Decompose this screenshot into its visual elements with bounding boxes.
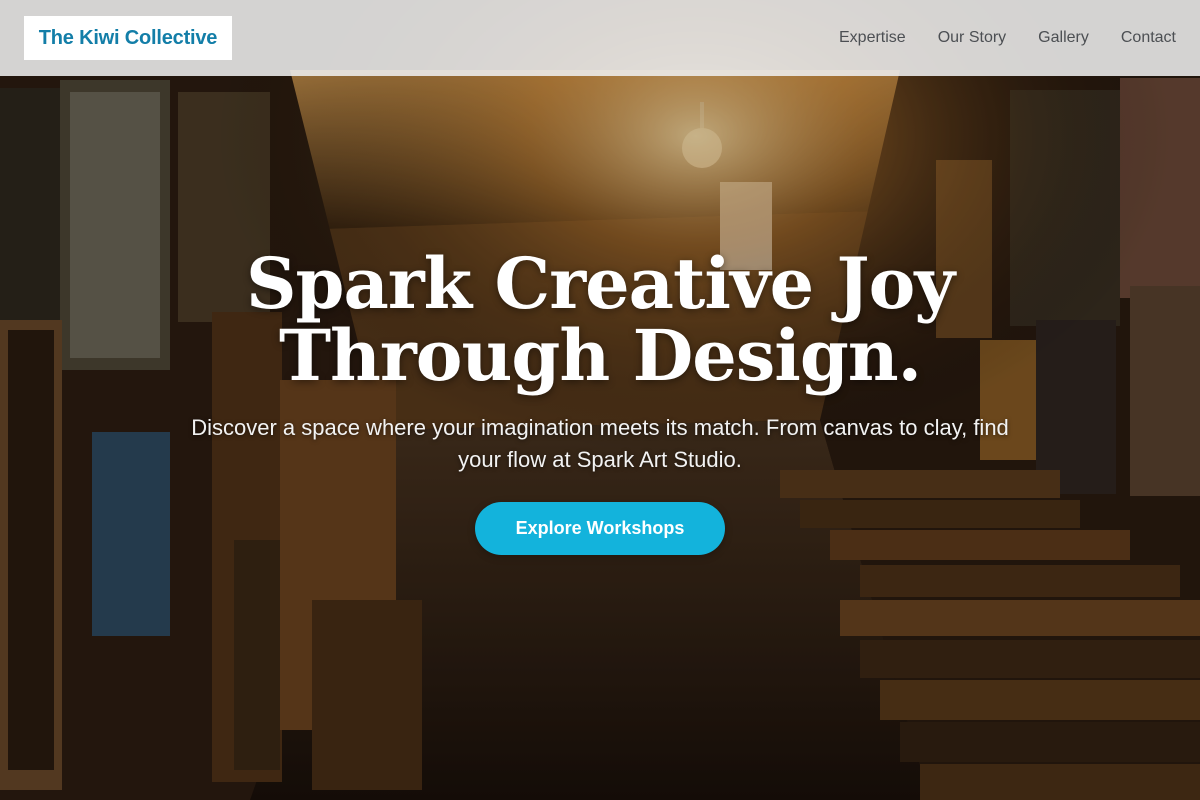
nav-item-gallery[interactable]: Gallery [1038,29,1089,47]
hero-subtext: Discover a space where your imagination … [191,415,1009,472]
nav-item-contact[interactable]: Contact [1121,29,1176,47]
hero-section: The Kiwi Collective Expertise Our Story … [0,0,1200,800]
nav-item-expertise[interactable]: Expertise [839,29,906,47]
primary-navigation: Expertise Our Story Gallery Contact [839,0,1176,76]
hero-content: Spark Creative Joy Through Design. Disco… [0,248,1200,555]
brand-logo-link[interactable]: The Kiwi Collective [24,16,232,60]
hero-headline: Spark Creative Joy Through Design. [245,242,955,397]
top-navigation-bar: The Kiwi Collective Expertise Our Story … [0,0,1200,76]
nav-item-our-story[interactable]: Our Story [938,29,1006,47]
explore-workshops-button[interactable]: Explore Workshops [475,502,725,555]
